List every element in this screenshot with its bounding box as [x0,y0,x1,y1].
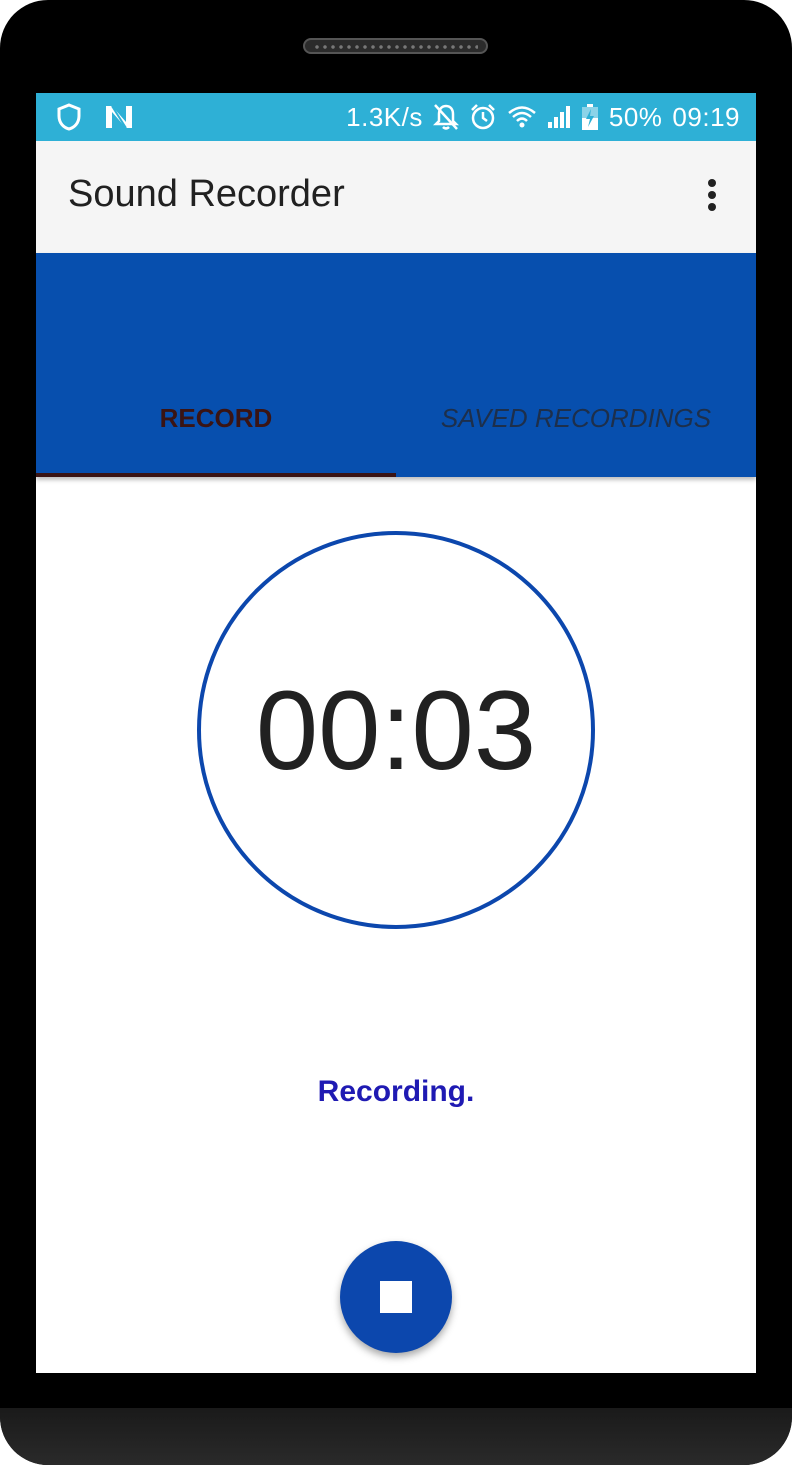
timer-circle: 00:03 [197,531,595,929]
shield-icon [56,103,82,131]
tab-saved-recordings[interactable]: SAVED RECORDINGS [396,403,756,463]
tab-record[interactable]: RECORD [36,403,396,463]
app-bar: Sound Recorder [36,141,756,253]
screen: 1.3K/s 50% 09:19 Sound Recorder RECORD S… [36,93,756,1373]
tab-bar: RECORD SAVED RECORDINGS [36,253,756,477]
signal-icon [547,105,571,129]
battery-charging-icon [581,103,599,131]
n-logo-icon [104,104,134,130]
alarm-icon [469,103,497,131]
status-bar: 1.3K/s 50% 09:19 [36,93,756,141]
stop-icon [380,1281,412,1313]
clock: 09:19 [672,101,740,132]
stop-recording-button[interactable] [340,1241,452,1353]
device-frame: 1.3K/s 50% 09:19 Sound Recorder RECORD S… [0,0,792,1465]
device-chin [0,1408,792,1465]
overflow-menu-icon[interactable] [692,175,732,215]
recording-status: Recording. [317,1075,475,1108]
network-speed: 1.3K/s [346,101,423,132]
elapsed-time: 00:03 [255,667,537,793]
tab-indicator [36,473,396,477]
battery-level: 50% [608,101,663,132]
earpiece-speaker [303,38,488,54]
notifications-off-icon [432,103,459,131]
wifi-icon [507,104,537,130]
app-title: Sound Recorder [68,173,345,215]
